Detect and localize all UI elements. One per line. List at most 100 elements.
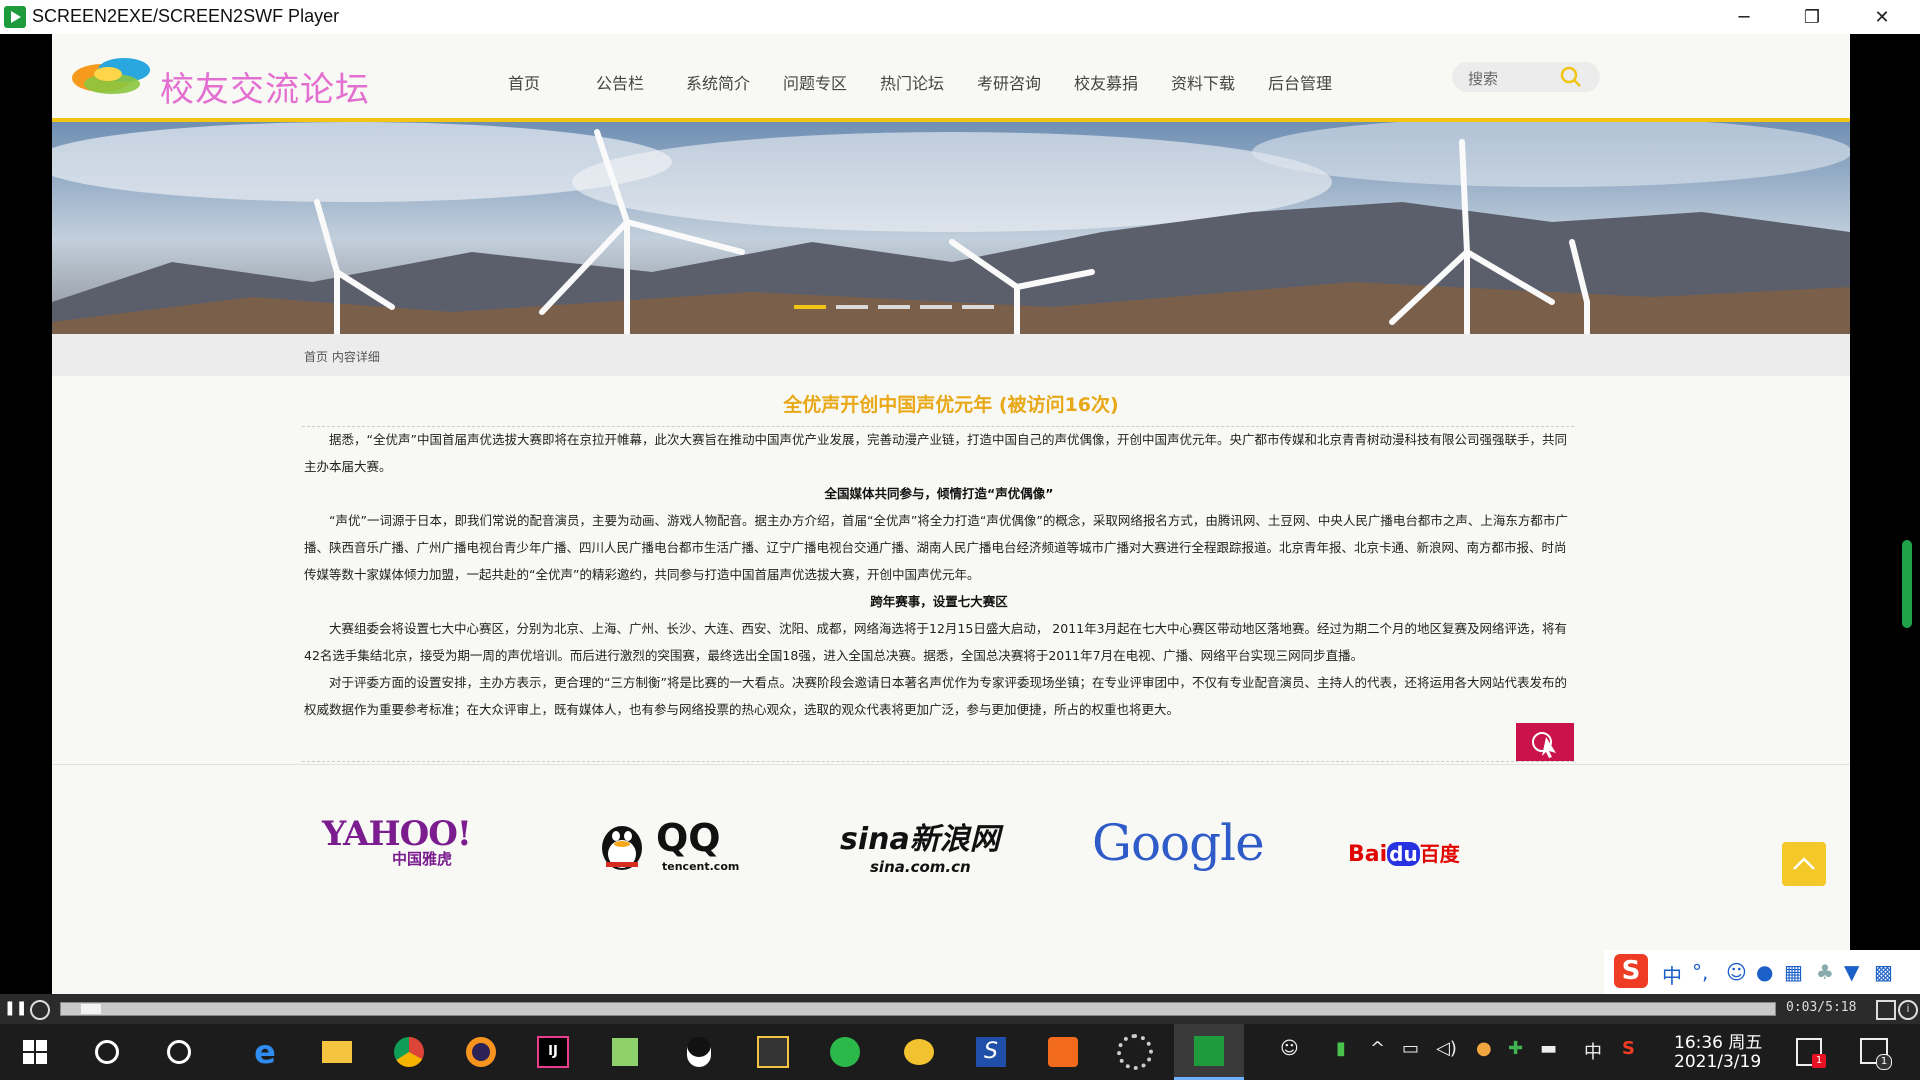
network-icon[interactable]: ▬ <box>1540 1038 1557 1059</box>
partner-qq-logo[interactable]: QQ tencent.com <box>592 814 762 894</box>
emoji-icon[interactable]: ☺ <box>1726 960 1747 984</box>
minimize-button[interactable]: ─ <box>1710 0 1778 34</box>
settings-taskbar-icon[interactable] <box>1100 1024 1170 1080</box>
edge-taskbar-icon[interactable]: e <box>230 1024 300 1080</box>
keyboard-icon[interactable]: ▦ <box>1784 960 1803 984</box>
forum-logo-icon[interactable] <box>68 52 160 100</box>
partner-google-logo[interactable]: Google <box>1092 814 1302 894</box>
nav-hot-forum[interactable]: 热门论坛 <box>880 70 944 94</box>
player-taskbar-icon-active[interactable] <box>1174 1024 1244 1080</box>
nav-about[interactable]: 系统简介 <box>686 70 750 94</box>
action-center-badge: 1 <box>1876 1054 1892 1070</box>
baidu-cn-label: 百度 <box>1419 842 1460 866</box>
pause-icon[interactable]: ❚❚ <box>4 1000 27 1018</box>
section-divider <box>52 764 1850 765</box>
seek-handle[interactable] <box>81 1004 101 1014</box>
nav-questions[interactable]: 问题专区 <box>783 70 847 94</box>
app-orange-taskbar-icon[interactable] <box>1028 1024 1098 1080</box>
nav-downloads[interactable]: 资料下载 <box>1171 70 1235 94</box>
sogou-ime-logo[interactable]: S <box>1614 954 1648 988</box>
nav-grad-exam[interactable]: 考研咨询 <box>977 70 1041 94</box>
share-button[interactable] <box>1516 723 1574 761</box>
breadcrumb[interactable]: 首页 内容详细 <box>304 348 380 365</box>
carousel-dot-4[interactable] <box>920 305 952 309</box>
info-icon[interactable]: i <box>1898 1000 1918 1020</box>
hero-banner[interactable] <box>52 122 1850 334</box>
app-s-taskbar-icon[interactable]: S <box>956 1024 1026 1080</box>
share-icon <box>1532 732 1556 758</box>
nav-donation[interactable]: 校友募捐 <box>1074 70 1138 94</box>
forum-logo-text[interactable]: 校友交流论坛 <box>160 62 370 111</box>
app-tray-icon-1[interactable]: ● <box>1476 1038 1492 1059</box>
notepad-taskbar-icon[interactable] <box>590 1024 660 1080</box>
carousel-dot-3[interactable] <box>878 305 910 309</box>
browser-360-taskbar-icon[interactable] <box>810 1024 880 1080</box>
sina-wordmark: sina新浪网 <box>840 822 1000 857</box>
nav-bulletin[interactable]: 公告栏 <box>596 70 644 94</box>
search-box[interactable]: 搜索 <box>1452 62 1600 92</box>
seek-bar[interactable] <box>60 1002 1776 1016</box>
breadcrumb-bar: 首页 内容详细 <box>52 334 1850 376</box>
carousel-dot-1[interactable] <box>794 305 826 309</box>
intellij-taskbar-icon[interactable]: IJ <box>518 1024 588 1080</box>
battery-charge-icon[interactable]: ▮ <box>1336 1038 1346 1059</box>
nav-home[interactable]: 首页 <box>508 70 540 94</box>
article-paragraph-4: 对于评委方面的设置安排，主办方表示，更合理的“三方制衡”将是比赛的一大看点。决赛… <box>304 675 1567 717</box>
windows-taskbar: e IJ S ☺ ▮ ^ ▭ ◁) ● ✚ ▬ 中 S 16:36 周五 202… <box>0 1024 1920 1080</box>
ime-language-toggle[interactable]: 中 <box>1662 960 1682 989</box>
carousel-dot-2[interactable] <box>836 305 868 309</box>
search-input[interactable]: 搜索 <box>1468 68 1498 89</box>
partner-sina-logo[interactable]: sina新浪网 sina.com.cn <box>840 814 1030 894</box>
carousel-dot-5[interactable] <box>962 305 994 309</box>
window-title: SCREEN2EXE/SCREEN2SWF Player <box>32 6 340 26</box>
back-to-top-button[interactable] <box>1782 842 1826 886</box>
app-tray-icon-2[interactable]: ✚ <box>1508 1038 1523 1059</box>
file-explorer-taskbar-icon[interactable] <box>302 1024 372 1080</box>
search-icon[interactable] <box>1560 66 1582 88</box>
article-paragraph-1: 据悉，“全优声”中国首届声优选拔大赛即将在京拉开帷幕，此次大赛旨在推动中国声优产… <box>304 432 1567 474</box>
article-subheading-2: 跨年赛事，设置七大赛区 <box>870 594 1008 609</box>
chevron-up-tray-icon[interactable]: ^ <box>1370 1038 1385 1059</box>
stop-icon[interactable] <box>30 1000 50 1020</box>
ime-tray-indicator[interactable]: 中 <box>1584 1038 1602 1064</box>
skin-icon[interactable]: ▼ <box>1844 960 1859 984</box>
sogou-tray-icon[interactable]: S <box>1622 1038 1635 1059</box>
partner-yahoo-logo[interactable]: YAHOO! 中国雅虎 <box>322 814 482 894</box>
eclipse-taskbar-icon[interactable] <box>446 1024 516 1080</box>
restore-button[interactable]: ❐ <box>1778 0 1846 34</box>
window-title-bar: SCREEN2EXE/SCREEN2SWF Player ─ ❐ ✕ <box>0 0 1920 34</box>
google-wordmark: Google <box>1092 814 1265 872</box>
toolbox-icon[interactable]: ▩ <box>1874 960 1893 984</box>
chrome-taskbar-icon[interactable] <box>374 1024 444 1080</box>
player-app-icon <box>4 6 26 28</box>
taskbar-clock-time[interactable]: 16:36 周五 <box>1674 1028 1762 1053</box>
partner-baidu-logo[interactable]: Bai du 百度 <box>1348 838 1508 918</box>
baidu-paw-icon: du <box>1387 842 1420 866</box>
baidu-wordmark: Bai <box>1348 842 1388 867</box>
site-header: 校友交流论坛 首页 公告栏 系统简介 问题专区 热门论坛 考研咨询 校友募捐 资… <box>52 34 1850 120</box>
article-subheading-1: 全国媒体共同参与，倾情打造“声优偶像” <box>824 486 1054 501</box>
cortana-button[interactable] <box>72 1024 142 1080</box>
volume-icon[interactable]: ◁) <box>1436 1038 1457 1059</box>
start-button[interactable] <box>0 1024 70 1080</box>
playback-time: 0:03/5:18 <box>1786 1000 1857 1015</box>
article-bottom-divider <box>302 761 1574 762</box>
windows-logo-icon <box>23 1040 47 1064</box>
qq-penguin-icon <box>602 826 642 870</box>
app-yellow-taskbar-icon[interactable] <box>884 1024 954 1080</box>
ime-punctuation-toggle[interactable]: °, <box>1692 960 1708 984</box>
article-title: 全优声开创中国声优元年 (被访问16次) <box>783 394 1119 416</box>
user-icon[interactable]: ♣ <box>1816 960 1834 984</box>
tools-taskbar-icon[interactable] <box>738 1024 808 1080</box>
side-scroll-indicator[interactable] <box>1902 540 1912 628</box>
nav-admin[interactable]: 后台管理 <box>1268 70 1332 94</box>
display-icon[interactable]: ▭ <box>1402 1038 1419 1059</box>
fullscreen-icon[interactable] <box>1876 1000 1896 1020</box>
qq-wordmark: QQ <box>656 816 721 860</box>
search-taskbar-button[interactable] <box>144 1024 214 1080</box>
people-icon[interactable]: ☺ <box>1280 1038 1299 1059</box>
qq-taskbar-icon[interactable] <box>664 1024 734 1080</box>
microphone-icon[interactable]: ● <box>1756 960 1773 984</box>
close-button[interactable]: ✕ <box>1848 0 1916 34</box>
taskbar-clock-date[interactable]: 2021/3/19 <box>1674 1052 1761 1072</box>
